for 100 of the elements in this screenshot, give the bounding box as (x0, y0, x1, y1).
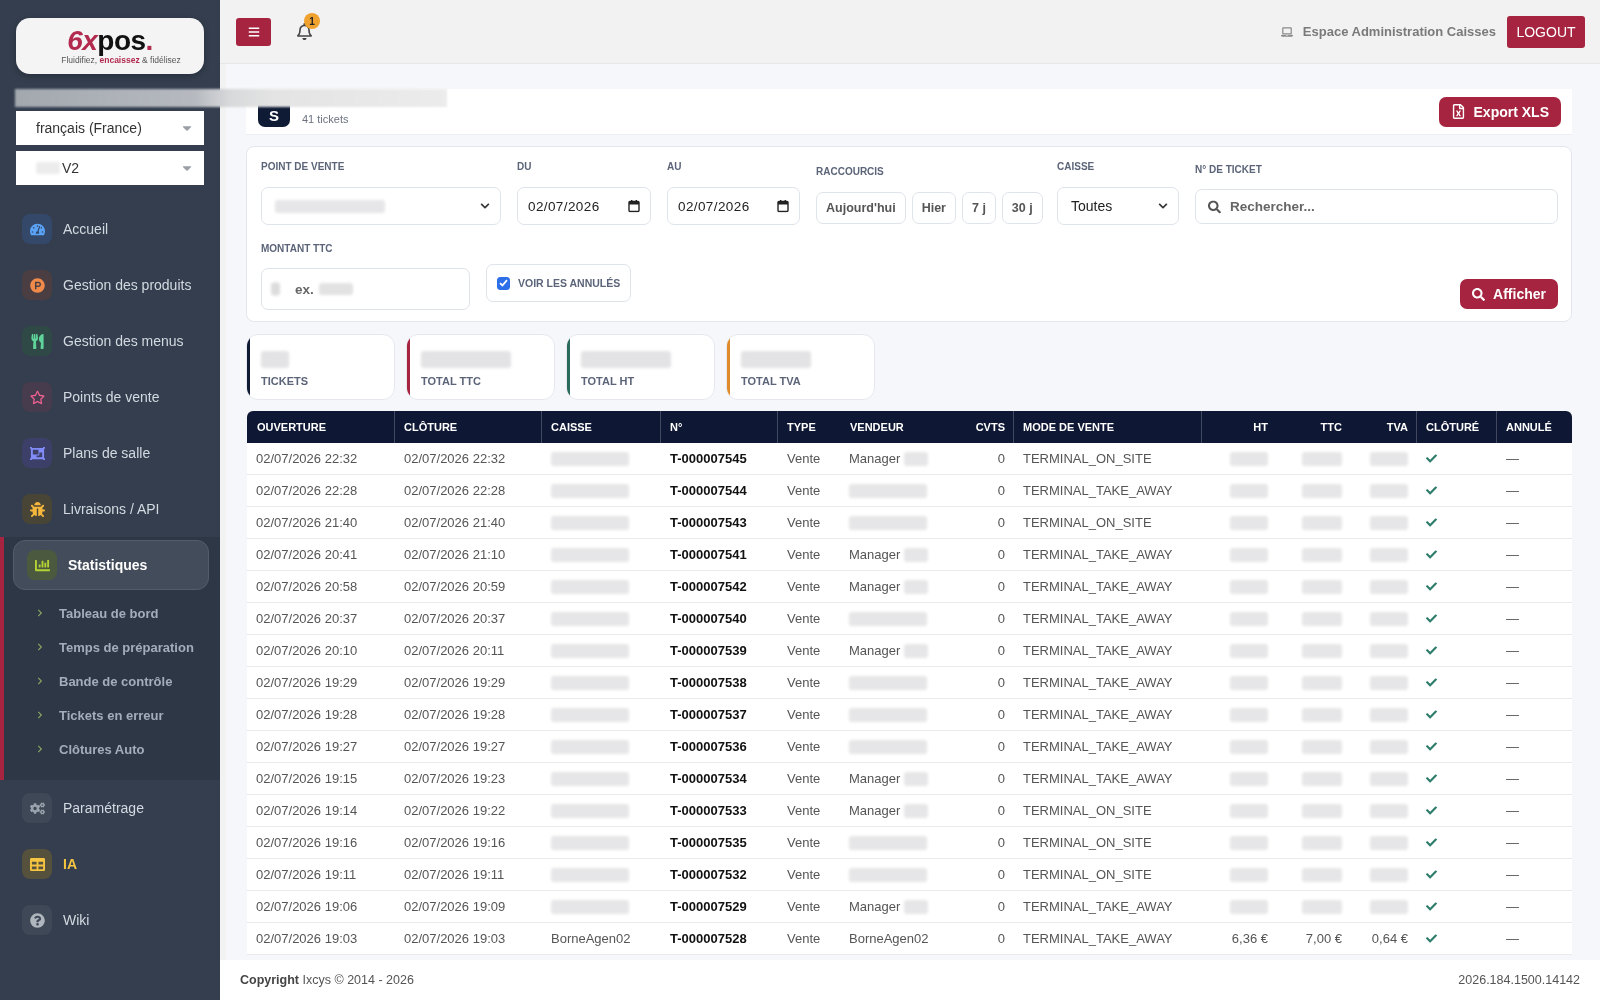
language-select[interactable]: français (France) (16, 111, 204, 145)
table-cell-text: Vente (786, 450, 822, 468)
logout-button[interactable]: LOGOUT (1507, 15, 1585, 48)
sub-nav-item[interactable]: Tableau de bord (4, 596, 220, 630)
register-select[interactable]: Toutes (1057, 187, 1179, 225)
table-cell-text: 02/07/2026 19:15 (255, 770, 359, 788)
table-cell-text: 02/07/2026 21:40 (255, 514, 359, 532)
column-header[interactable]: TTC (1276, 411, 1350, 443)
table-cell-text: 02/07/2026 20:37 (403, 610, 507, 628)
sub-nav-item[interactable]: Temps de préparation (4, 630, 220, 664)
table-cell-text: TERMINAL_TAKE_AWAY (1022, 578, 1174, 596)
table-cell-text: Vente (786, 578, 822, 596)
blurred-text (1230, 643, 1268, 658)
table-cell-text: 02/07/2026 22:28 (255, 482, 359, 500)
sub-nav-item[interactable]: Tickets en erreur (4, 698, 220, 732)
nav-item[interactable]: Accueil (0, 201, 220, 257)
blurred-text (1230, 803, 1268, 818)
column-header[interactable]: TYPE (777, 411, 840, 443)
nav-item[interactable]: Gestion des menus (0, 313, 220, 369)
export-button[interactable]: Export XLS (1438, 96, 1561, 127)
table-cell-text: 02/07/2026 20:41 (255, 546, 359, 564)
blurred-text (1370, 643, 1408, 658)
stat-label: TOTAL TVA (741, 375, 802, 387)
account-select[interactable]: V2 (16, 151, 204, 185)
nav-item[interactable]: IA (0, 836, 220, 892)
nav-item[interactable]: Wiki (0, 892, 220, 948)
column-header[interactable]: MODE DE VENTE (1013, 411, 1201, 443)
logo-card[interactable]: 6xpos. Fluidifiez, encaissez & fidélisez (16, 18, 204, 74)
table-cell-text: 02/07/2026 20:10 (255, 642, 359, 660)
bar-chart-icon (27, 550, 57, 580)
date-field[interactable]: 02/07/2026 (517, 187, 651, 225)
column-header[interactable]: CLÔTURÉ (1416, 411, 1496, 443)
table-cell: Manager (840, 571, 960, 602)
column-header[interactable]: CAISSE (541, 411, 660, 443)
table-cell-text: 0 (996, 866, 1006, 884)
column-header[interactable]: VENDEUR (840, 411, 960, 443)
checkbox[interactable] (497, 276, 510, 290)
table-cell-text: — (1505, 450, 1520, 468)
blurred-text (1230, 611, 1268, 626)
table-cell-text: Vente (786, 930, 822, 948)
chevron-right-icon (36, 677, 44, 685)
field-label: DU (517, 161, 533, 173)
column-header[interactable]: OUVERTURE (247, 411, 394, 443)
table-cell-text: T-000007545 (669, 450, 748, 468)
question-icon (22, 905, 52, 935)
table-cell-text: 02/07/2026 21:40 (403, 514, 507, 532)
column-header[interactable]: ANNULÉ (1496, 411, 1572, 443)
table-cell-text: — (1505, 482, 1520, 500)
shortcut-button[interactable]: Aujourd'hui (816, 192, 906, 224)
blurred-text (1230, 867, 1268, 882)
table-cell-text: 02/07/2026 19:03 (403, 930, 507, 948)
column-header[interactable]: CLÔTURE (394, 411, 541, 443)
shortcut-button[interactable]: Hier (911, 192, 956, 224)
star-icon (22, 382, 52, 412)
table-cell-text: 02/07/2026 19:11 (255, 866, 358, 884)
show-button[interactable]: Afficher (1460, 279, 1558, 309)
column-header[interactable]: N° (660, 411, 777, 443)
field-label: MONTANT TTC (261, 243, 334, 255)
table-cell-text: 0 (996, 450, 1006, 468)
utensils-icon (22, 326, 52, 356)
table-cell-text: 02/07/2026 22:32 (403, 450, 507, 468)
nav-item[interactable]: Gestion des produits (0, 257, 220, 313)
sub-nav-item[interactable]: Bande de contrôle (4, 664, 220, 698)
nav-item[interactable]: Paramétrage (0, 780, 220, 836)
bell-icon[interactable] (296, 23, 313, 40)
table-cell-text: 0,64 € (1370, 930, 1409, 948)
blurred-text (1370, 515, 1408, 530)
chevron-down-icon (480, 201, 490, 211)
table-cell-text: 0 (996, 674, 1006, 692)
column-header[interactable]: HT (1201, 411, 1276, 443)
table-cell-text: T-000007544 (669, 482, 748, 500)
blurred-text (1370, 803, 1408, 818)
blurred-text (1370, 867, 1408, 882)
amount-field[interactable]: ex. (261, 268, 470, 310)
nav-item[interactable]: Statistiques (13, 540, 209, 590)
nav-item[interactable]: Plans de salle (0, 425, 220, 481)
blurred-text (1302, 675, 1342, 690)
blurred-text (1230, 451, 1268, 466)
table-cell-text: — (1505, 866, 1520, 884)
table-cell-text: 0 (996, 610, 1006, 628)
table-cell-text: Vente (786, 802, 822, 820)
show-cancelled-toggle[interactable]: VOIR LES ANNULÉS (486, 264, 632, 302)
spreadsheet-file-icon (1450, 104, 1466, 119)
table-cell-text: TERMINAL_TAKE_AWAY (1022, 738, 1174, 756)
sub-nav-item[interactable]: Clôtures Auto (4, 732, 220, 766)
table-cell-text: — (1505, 578, 1520, 596)
nav-item[interactable]: Livraisons / API (0, 481, 220, 537)
table-cell-text: — (1505, 514, 1520, 532)
table-cell-text: — (1505, 802, 1520, 820)
date-field[interactable]: 02/07/2026 (667, 187, 800, 225)
shortcut-button[interactable]: 7 j (961, 192, 996, 224)
shortcut-button[interactable]: 30 j (1001, 192, 1043, 224)
nav-item[interactable]: Points de vente (0, 369, 220, 425)
column-header[interactable]: TVA (1350, 411, 1416, 443)
column-header[interactable]: CVTS (960, 411, 1013, 443)
field-label: CAISSE (1057, 161, 1096, 173)
menu-button[interactable] (236, 17, 271, 46)
table-cell-text: TERMINAL_ON_SITE (1022, 866, 1153, 884)
ticket-search-field[interactable]: Rechercher... (1195, 189, 1558, 224)
blurred-text (1302, 483, 1342, 498)
